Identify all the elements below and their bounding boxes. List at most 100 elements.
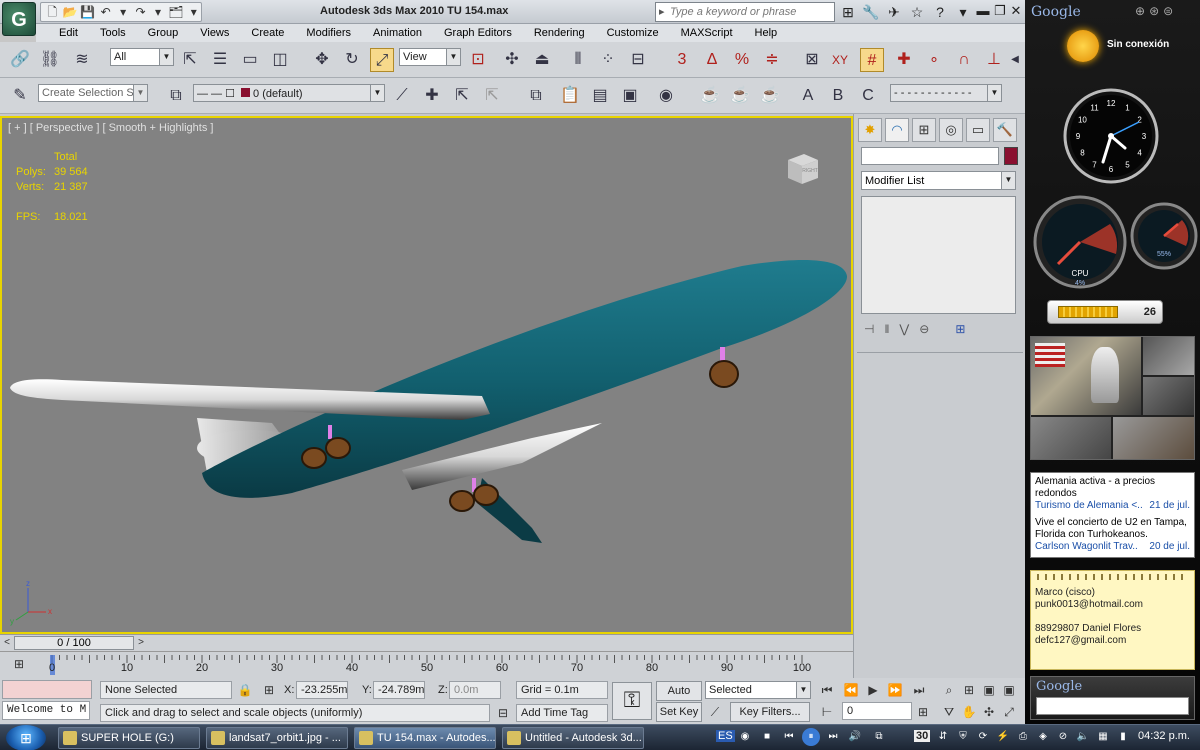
select-manipulate-icon[interactable]: ✣ <box>500 48 524 72</box>
snap-3d-icon[interactable]: 3 <box>670 48 694 72</box>
tray-icon-device[interactable]: ⎙ <box>1014 728 1032 746</box>
news-item-title[interactable]: Vive el concierto de U2 en Tampa, Florid… <box>1035 517 1190 541</box>
make-unique-icon[interactable]: ⋁ <box>899 322 909 336</box>
pivot-snap-icon[interactable]: ✚ <box>892 48 916 72</box>
google-search-input[interactable] <box>1036 697 1189 715</box>
select-by-name-icon[interactable]: ☰ <box>208 48 232 72</box>
layer-explorer-icon[interactable]: ⧉ <box>524 84 548 108</box>
news-gadget[interactable]: Alemania activa - a precios redondos Tur… <box>1030 472 1195 558</box>
quick-render-icon[interactable]: ☕ <box>758 84 782 108</box>
window-crossing-icon[interactable]: ◫ <box>268 48 292 72</box>
communication-center-icon[interactable]: ✈ <box>884 2 904 22</box>
customize-qa-dropdown-icon[interactable]: ▾ <box>186 4 200 20</box>
x-coordinate-field[interactable]: -23.255m <box>296 681 348 699</box>
gadget-gallery-icon[interactable]: ⊛ <box>1149 4 1163 18</box>
pin-stack-icon[interactable]: ⊣ <box>864 322 874 336</box>
application-button[interactable]: G <box>2 2 36 36</box>
play-icon[interactable]: ▶ <box>864 681 882 699</box>
tray-icon-power[interactable]: ⚡ <box>994 728 1012 746</box>
show-end-result-icon[interactable]: ‖ <box>884 322 889 336</box>
previous-frame-icon[interactable]: ⏪ <box>842 681 860 699</box>
bind-spacewarp-icon[interactable]: ≋ <box>70 48 94 72</box>
menu-views[interactable]: Views <box>189 27 240 39</box>
subscription-icon[interactable]: 🔧 <box>861 2 881 22</box>
absolute-mode-icon[interactable]: ⊞ <box>260 681 278 699</box>
zoom-icon[interactable]: ⌕ <box>940 681 958 699</box>
scale-icon[interactable]: ⤢ <box>370 48 394 72</box>
menu-edit[interactable]: Edit <box>48 27 89 39</box>
track-bar[interactable]: ⊞ 0 10 20 30 40 50 60 70 80 90 100 <box>0 651 853 678</box>
time-slider-next-icon[interactable]: > <box>134 636 148 650</box>
container-c-icon[interactable]: C <box>856 84 880 108</box>
material-editor-icon[interactable]: ▣ <box>618 84 642 108</box>
notes-gadget[interactable]: Marco (cisco) punk0013@hotmail.com 88929… <box>1030 570 1195 670</box>
unlink-icon[interactable]: ⛓ <box>38 48 62 72</box>
selection-filter-dropdown[interactable]: All ▼ <box>110 48 174 66</box>
key-mode-dropdown[interactable]: Selected ▼ <box>705 681 811 699</box>
modifier-list-dropdown[interactable]: Modifier List ▼ <box>861 171 1016 190</box>
modify-tab-icon[interactable]: ◠ <box>885 118 909 142</box>
rendered-frame-window-icon[interactable]: ☕ <box>728 84 752 108</box>
percent-snap-icon[interactable]: % <box>730 48 754 72</box>
slideshow-gadget[interactable] <box>1030 336 1195 460</box>
schematic-view-icon[interactable]: ▤ <box>588 84 612 108</box>
undo-icon[interactable]: ↶ <box>98 4 112 20</box>
time-tag-icon[interactable]: ⊟ <box>494 704 512 722</box>
media-volume-icon[interactable]: 🔊 <box>846 728 864 746</box>
tray-icon-network-status[interactable]: ▦ <box>1094 728 1112 746</box>
news-item-source[interactable]: Turismo de Alemania <.. <box>1035 500 1143 512</box>
menu-maxscript[interactable]: MAXScript <box>670 27 744 39</box>
move-icon[interactable]: ✥ <box>310 48 334 72</box>
z-coordinate-field[interactable]: 0.0m <box>449 681 501 699</box>
menu-group[interactable]: Group <box>137 27 190 39</box>
tray-icon-app[interactable]: ◈ <box>1034 728 1052 746</box>
render-setup-icon[interactable]: ☕ <box>698 84 722 108</box>
media-pause-icon[interactable]: ⏸ <box>802 728 820 746</box>
spinner-snap-icon[interactable]: ≑ <box>760 48 784 72</box>
add-to-layer-icon[interactable]: ✚ <box>420 84 444 108</box>
configure-modifier-sets-icon[interactable]: ⊞ <box>955 322 965 336</box>
tray-icon-update[interactable]: ⟳ <box>974 728 992 746</box>
select-object-icon[interactable]: ⇱ <box>178 48 202 72</box>
container-b-icon[interactable]: B <box>826 84 850 108</box>
keyboard-shortcut-override-icon[interactable]: ⏏ <box>530 48 554 72</box>
rotate-icon[interactable]: ↻ <box>340 48 364 72</box>
midpoint-snap-icon[interactable]: ⊥ <box>982 48 1006 72</box>
menu-graph-editors[interactable]: Graph Editors <box>433 27 523 39</box>
pan-icon[interactable]: ✋ <box>960 703 978 721</box>
set-current-layer-icon[interactable]: ⇱ <box>480 84 504 108</box>
create-tab-icon[interactable]: ✸ <box>858 118 882 142</box>
material-ball-icon[interactable]: ◉ <box>654 84 678 108</box>
taskbar-item-untitled[interactable]: Untitled - Autodesk 3d... <box>502 727 644 749</box>
set-key-icon[interactable]: ⚿ <box>612 682 652 720</box>
select-in-layer-icon[interactable]: ⇱ <box>450 84 474 108</box>
link-icon[interactable]: 🔗 <box>8 48 32 72</box>
media-next-icon[interactable]: ⏭ <box>824 728 842 746</box>
minimize-icon[interactable]: ▬ <box>975 3 991 18</box>
key-mode-toggle-icon[interactable]: ⊢ <box>818 703 836 721</box>
maxscript-mini-listener-top[interactable] <box>2 680 92 699</box>
align-icon[interactable]: ⊟ <box>626 48 650 72</box>
toolbar-scroll-icon[interactable]: ◀ <box>1008 48 1022 72</box>
object-color-swatch[interactable] <box>1004 147 1018 165</box>
taskbar-item-landsat[interactable]: landsat7_orbit1.jpg - ... <box>206 727 348 749</box>
time-slider-prev-icon[interactable]: < <box>0 636 14 650</box>
aircraft-model[interactable] <box>2 118 851 632</box>
news-item-title[interactable]: Alemania activa - a precios redondos <box>1035 476 1190 500</box>
help-dropdown-icon[interactable]: ▾ <box>953 2 973 22</box>
y-coordinate-field[interactable]: -24.789m <box>373 681 425 699</box>
taskbar-item-tu154[interactable]: TU 154.max - Autodes... <box>354 727 496 749</box>
zoom-extents-icon[interactable]: ▣ <box>980 681 998 699</box>
motion-tab-icon[interactable]: ◎ <box>939 118 963 142</box>
cpu-meter-gadget[interactable]: CPU 4% 55% <box>1030 194 1198 294</box>
open-file-icon[interactable]: 📂 <box>62 4 77 20</box>
clock-gadget[interactable]: 1110987 6 5432112 <box>1063 88 1159 184</box>
lock-selection-icon[interactable]: 🔒 <box>236 681 254 699</box>
key-filters-button[interactable]: Key Filters... <box>730 702 810 722</box>
array-icon[interactable]: ⁘ <box>596 48 620 72</box>
save-icon[interactable]: 💾 <box>80 4 95 20</box>
menu-modifiers[interactable]: Modifiers <box>295 27 362 39</box>
start-button[interactable]: ⊞ <box>6 725 46 750</box>
auto-key-button[interactable]: Auto Key <box>656 681 702 715</box>
named-selection-edit-icon[interactable]: ✎ <box>8 84 32 108</box>
